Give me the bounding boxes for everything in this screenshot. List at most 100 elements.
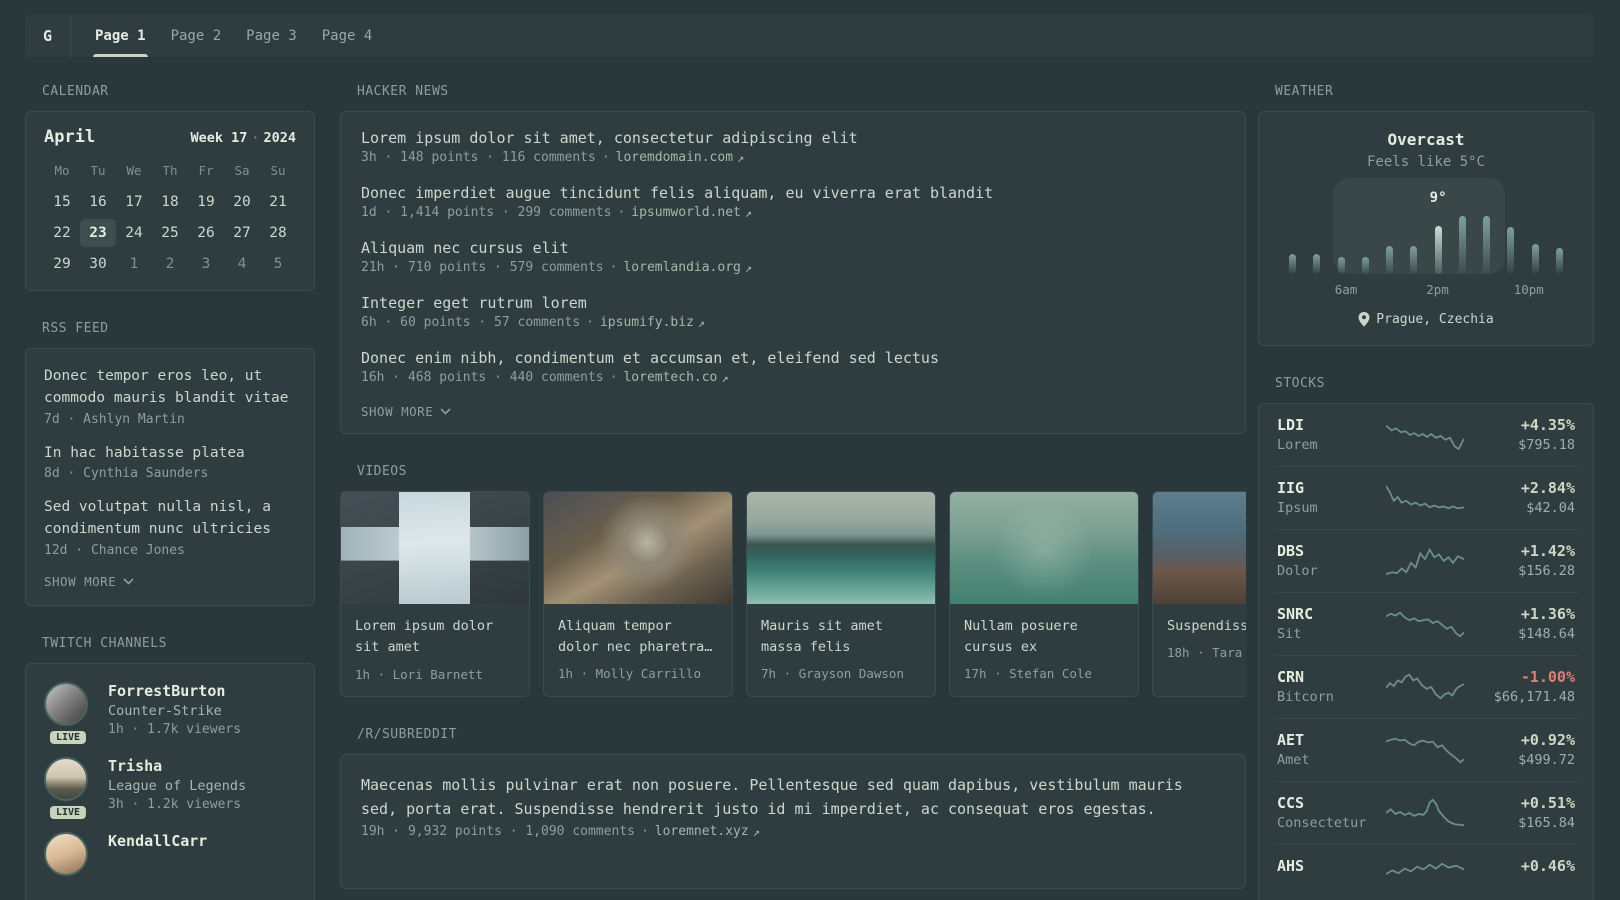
hacker-news-widget: HACKER NEWS Lorem ipsum dolor sit amet, … — [340, 84, 1246, 434]
dot-separator: · — [640, 824, 649, 839]
video-thumbnail[interactable] — [341, 492, 529, 604]
twitch-channel-name[interactable]: ForrestBurton — [108, 682, 241, 700]
rss-item-title[interactable]: In hac habitasse platea — [44, 443, 296, 465]
avatar[interactable] — [44, 681, 88, 726]
hacker-news-item-domain-link[interactable]: loremdomain.com ↗ — [616, 150, 745, 165]
video-title[interactable]: Lorem ipsum dolor sit amet consectetu… — [355, 616, 515, 659]
weather-widget: WEATHER Overcast Feels like 5°C 9° 6am 2… — [1258, 84, 1594, 346]
stock-ticker[interactable]: CCS — [1277, 794, 1375, 812]
stock-identity: AET Amet — [1277, 731, 1375, 769]
stock-ticker[interactable]: IIG — [1277, 479, 1375, 497]
weather-bar-slot — [1458, 214, 1466, 274]
calendar-day: 27 — [233, 225, 251, 241]
twitch-channel-row: LIVE ForrestBurton Counter-Strike 1h · 1… — [44, 681, 296, 744]
stock-price — [1475, 878, 1575, 895]
video-thumbnail[interactable] — [950, 492, 1138, 604]
stock-ticker[interactable]: LDI — [1277, 416, 1375, 434]
weather-bar-slot — [1555, 214, 1563, 274]
stock-sparkline — [1386, 546, 1464, 576]
hacker-news-show-more-button[interactable]: SHOW MORE — [361, 404, 451, 419]
stock-name: Amet — [1277, 752, 1310, 768]
subreddit-post-stats: 19h · 9,932 points · 1,090 comments — [361, 824, 635, 839]
video-title[interactable]: Mauris sit amet massa felis — [761, 616, 921, 658]
calendar-day: 21 — [269, 194, 287, 210]
video-card: Lorem ipsum dolor sit amet consectetu… 1… — [340, 491, 530, 697]
top-nav: G Page 1 Page 2 Page 3 Page 4 — [25, 14, 1594, 57]
twitch-channel-row: LIVE Trisha League of Legends 3h · 1.2k … — [44, 756, 296, 819]
weather-widget-title: WEATHER — [1275, 84, 1334, 99]
stock-price: $156.28 — [1518, 563, 1575, 579]
twitch-channel-game[interactable]: League of Legends — [108, 778, 246, 794]
hacker-news-item-stats: 3h · 148 points · 116 comments — [361, 150, 596, 165]
weather-bar — [1434, 226, 1442, 274]
avatar[interactable] — [44, 756, 88, 801]
video-title[interactable]: Aliquam tempor dolor nec pharetra… — [558, 616, 718, 658]
weather-time-label: 6am — [1334, 282, 1358, 297]
hacker-news-item-title[interactable]: Donec enim nibh, condimentum et accumsan… — [361, 349, 1225, 367]
glance-logo[interactable]: G — [25, 14, 71, 57]
hacker-news-item-domain-link[interactable]: loremtech.co ↗ — [623, 370, 728, 385]
stock-identity: AHS — [1277, 857, 1375, 895]
hacker-news-item-title[interactable]: Donec imperdiet augue tincidunt felis al… — [361, 184, 1225, 202]
twitch-channel-game[interactable]: Counter-Strike — [108, 703, 241, 719]
video-card-body: Mauris sit amet massa felis 7h · Grayson… — [747, 604, 935, 695]
page-tab[interactable]: Page 3 — [246, 14, 297, 57]
stock-values: +0.92% $499.72 — [1475, 731, 1575, 769]
live-badge: LIVE — [49, 805, 87, 819]
rss-widget: RSS FEED Donec tempor eros leo, ut commo… — [25, 321, 315, 606]
hacker-news-widget-title: HACKER NEWS — [357, 84, 449, 99]
chevron-down-icon — [440, 408, 451, 415]
stock-ticker[interactable]: AHS — [1277, 857, 1375, 875]
subreddit-post-meta: 19h · 9,932 points · 1,090 comments · lo… — [361, 824, 1225, 839]
hacker-news-item-title[interactable]: Aliquam nec cursus elit — [361, 239, 1225, 257]
dot-separator: · — [609, 260, 618, 275]
twitch-channel-name[interactable]: Trisha — [108, 757, 246, 775]
video-card: Nullam posuere cursus ex 17h · Stefan Co… — [949, 491, 1139, 697]
calendar-day: 19 — [197, 194, 215, 210]
stock-values: +4.35% $795.18 — [1475, 416, 1575, 454]
stock-ticker[interactable]: DBS — [1277, 542, 1375, 560]
video-title[interactable]: Suspendisse diam — [1167, 616, 1246, 637]
video-thumbnail[interactable] — [747, 492, 935, 604]
twitch-channel-meta: 1h · 1.7k viewers — [108, 721, 242, 737]
page-tab[interactable]: Page 4 — [322, 14, 373, 57]
stock-name: Consectetur — [1277, 815, 1367, 831]
stock-change-percent: +0.51% — [1520, 794, 1575, 812]
stock-sparkline-box — [1375, 483, 1475, 513]
subreddit-post-domain-link[interactable]: loremnet.xyz ↗ — [655, 824, 760, 839]
rss-item-title[interactable]: Donec tempor eros leo, ut commodo mauris… — [44, 366, 296, 410]
live-badge: LIVE — [49, 730, 87, 744]
twitch-channel-name[interactable]: KendallCarr — [108, 832, 207, 850]
hacker-news-item-domain-link[interactable]: ipsumify.biz ↗ — [600, 315, 705, 330]
video-thumbnail[interactable] — [544, 492, 732, 604]
rss-show-more-button[interactable]: SHOW MORE — [44, 574, 134, 589]
avatar[interactable] — [44, 831, 88, 876]
stock-ticker[interactable]: SNRC — [1277, 605, 1375, 623]
hacker-news-item-domain-link[interactable]: loremlandia.org ↗ — [623, 260, 752, 275]
page-tab[interactable]: Page 2 — [171, 14, 222, 57]
hacker-news-item-title[interactable]: Integer eget rutrum lorem — [361, 294, 1225, 312]
stock-ticker[interactable]: AET — [1277, 731, 1375, 749]
page-tab[interactable]: Page 1 — [93, 14, 148, 57]
stock-row: AET Amet +0.92% $499.72 — [1275, 718, 1577, 781]
calendar-day-header: We — [126, 163, 142, 178]
rss-item-title[interactable]: Sed volutpat nulla nisl, a condimentum n… — [44, 497, 296, 541]
stock-ticker[interactable]: CRN — [1277, 668, 1375, 686]
subreddit-post-title[interactable]: Maecenas mollis pulvinar erat non posuer… — [361, 773, 1225, 821]
rss-widget-title: RSS FEED — [42, 321, 109, 336]
hacker-news-item-title[interactable]: Lorem ipsum dolor sit amet, consectetur … — [361, 129, 1225, 147]
weather-bar-slot — [1483, 214, 1491, 274]
video-title[interactable]: Nullam posuere cursus ex — [964, 616, 1124, 658]
calendar-day-header: Tu — [90, 163, 106, 178]
hacker-news-item-domain-link[interactable]: ipsumworld.net ↗ — [631, 205, 752, 220]
external-link-icon: ↗ — [744, 260, 753, 275]
video-meta: 7h · Grayson Dawson — [761, 665, 904, 681]
weather-location-label: Prague, Czechia — [1376, 312, 1494, 327]
weather-bar-slot — [1337, 214, 1345, 274]
weather-bar — [1483, 216, 1491, 274]
weather-bar-slot: 9° — [1430, 190, 1447, 274]
video-thumbnail[interactable] — [1153, 492, 1246, 604]
stock-name: Sit — [1277, 626, 1302, 642]
video-card-body: Aliquam tempor dolor nec pharetra… 1h · … — [544, 604, 732, 695]
calendar-grid: 15 16 17 18 19 20 21 22 23 24 25 26 27 28 29 30 1 2 3 4 5 — [44, 188, 296, 278]
